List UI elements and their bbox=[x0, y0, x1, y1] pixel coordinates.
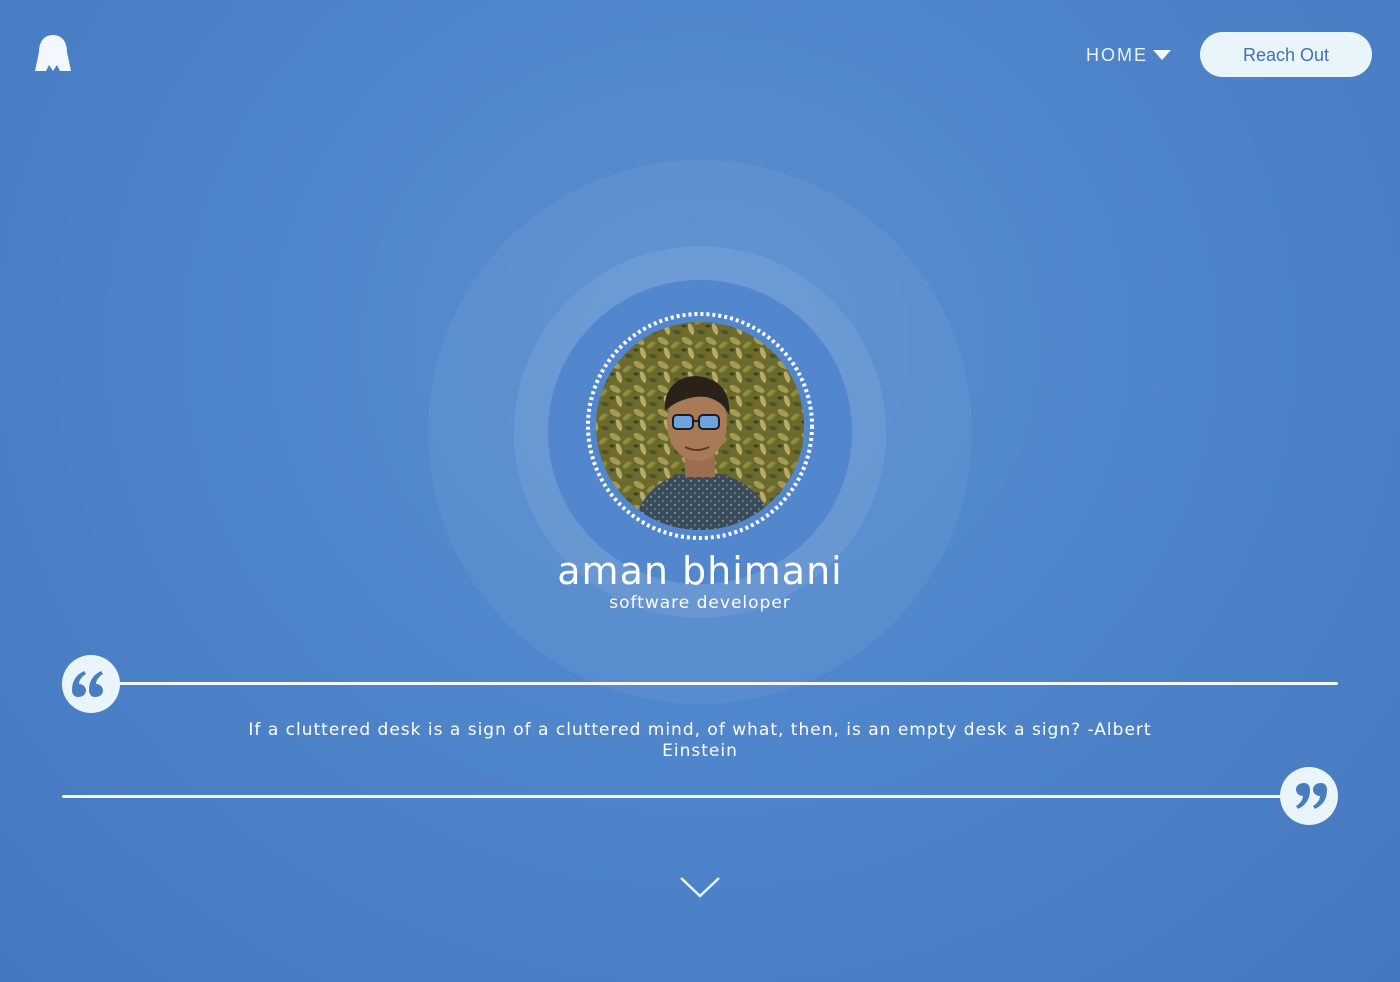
quote-close-icon bbox=[1280, 767, 1338, 825]
nav-home-label: HOME bbox=[1086, 44, 1148, 65]
hero-role: software developer bbox=[609, 593, 791, 613]
quote-open-icon bbox=[62, 655, 120, 713]
chevron-down-icon[interactable] bbox=[678, 872, 722, 902]
quote-divider-bottom bbox=[62, 795, 1288, 798]
quote-divider-top bbox=[112, 682, 1338, 685]
reach-out-button[interactable]: Reach Out bbox=[1200, 32, 1372, 77]
ghost-logo-icon[interactable] bbox=[34, 34, 72, 72]
quote-text: If a cluttered desk is a sign of a clutt… bbox=[248, 720, 1152, 761]
nav-home-dropdown[interactable]: HOME bbox=[1086, 44, 1172, 66]
hero-name: aman bhimani bbox=[557, 549, 843, 593]
profile-photo bbox=[585, 311, 815, 541]
caret-down-icon bbox=[1153, 50, 1171, 60]
